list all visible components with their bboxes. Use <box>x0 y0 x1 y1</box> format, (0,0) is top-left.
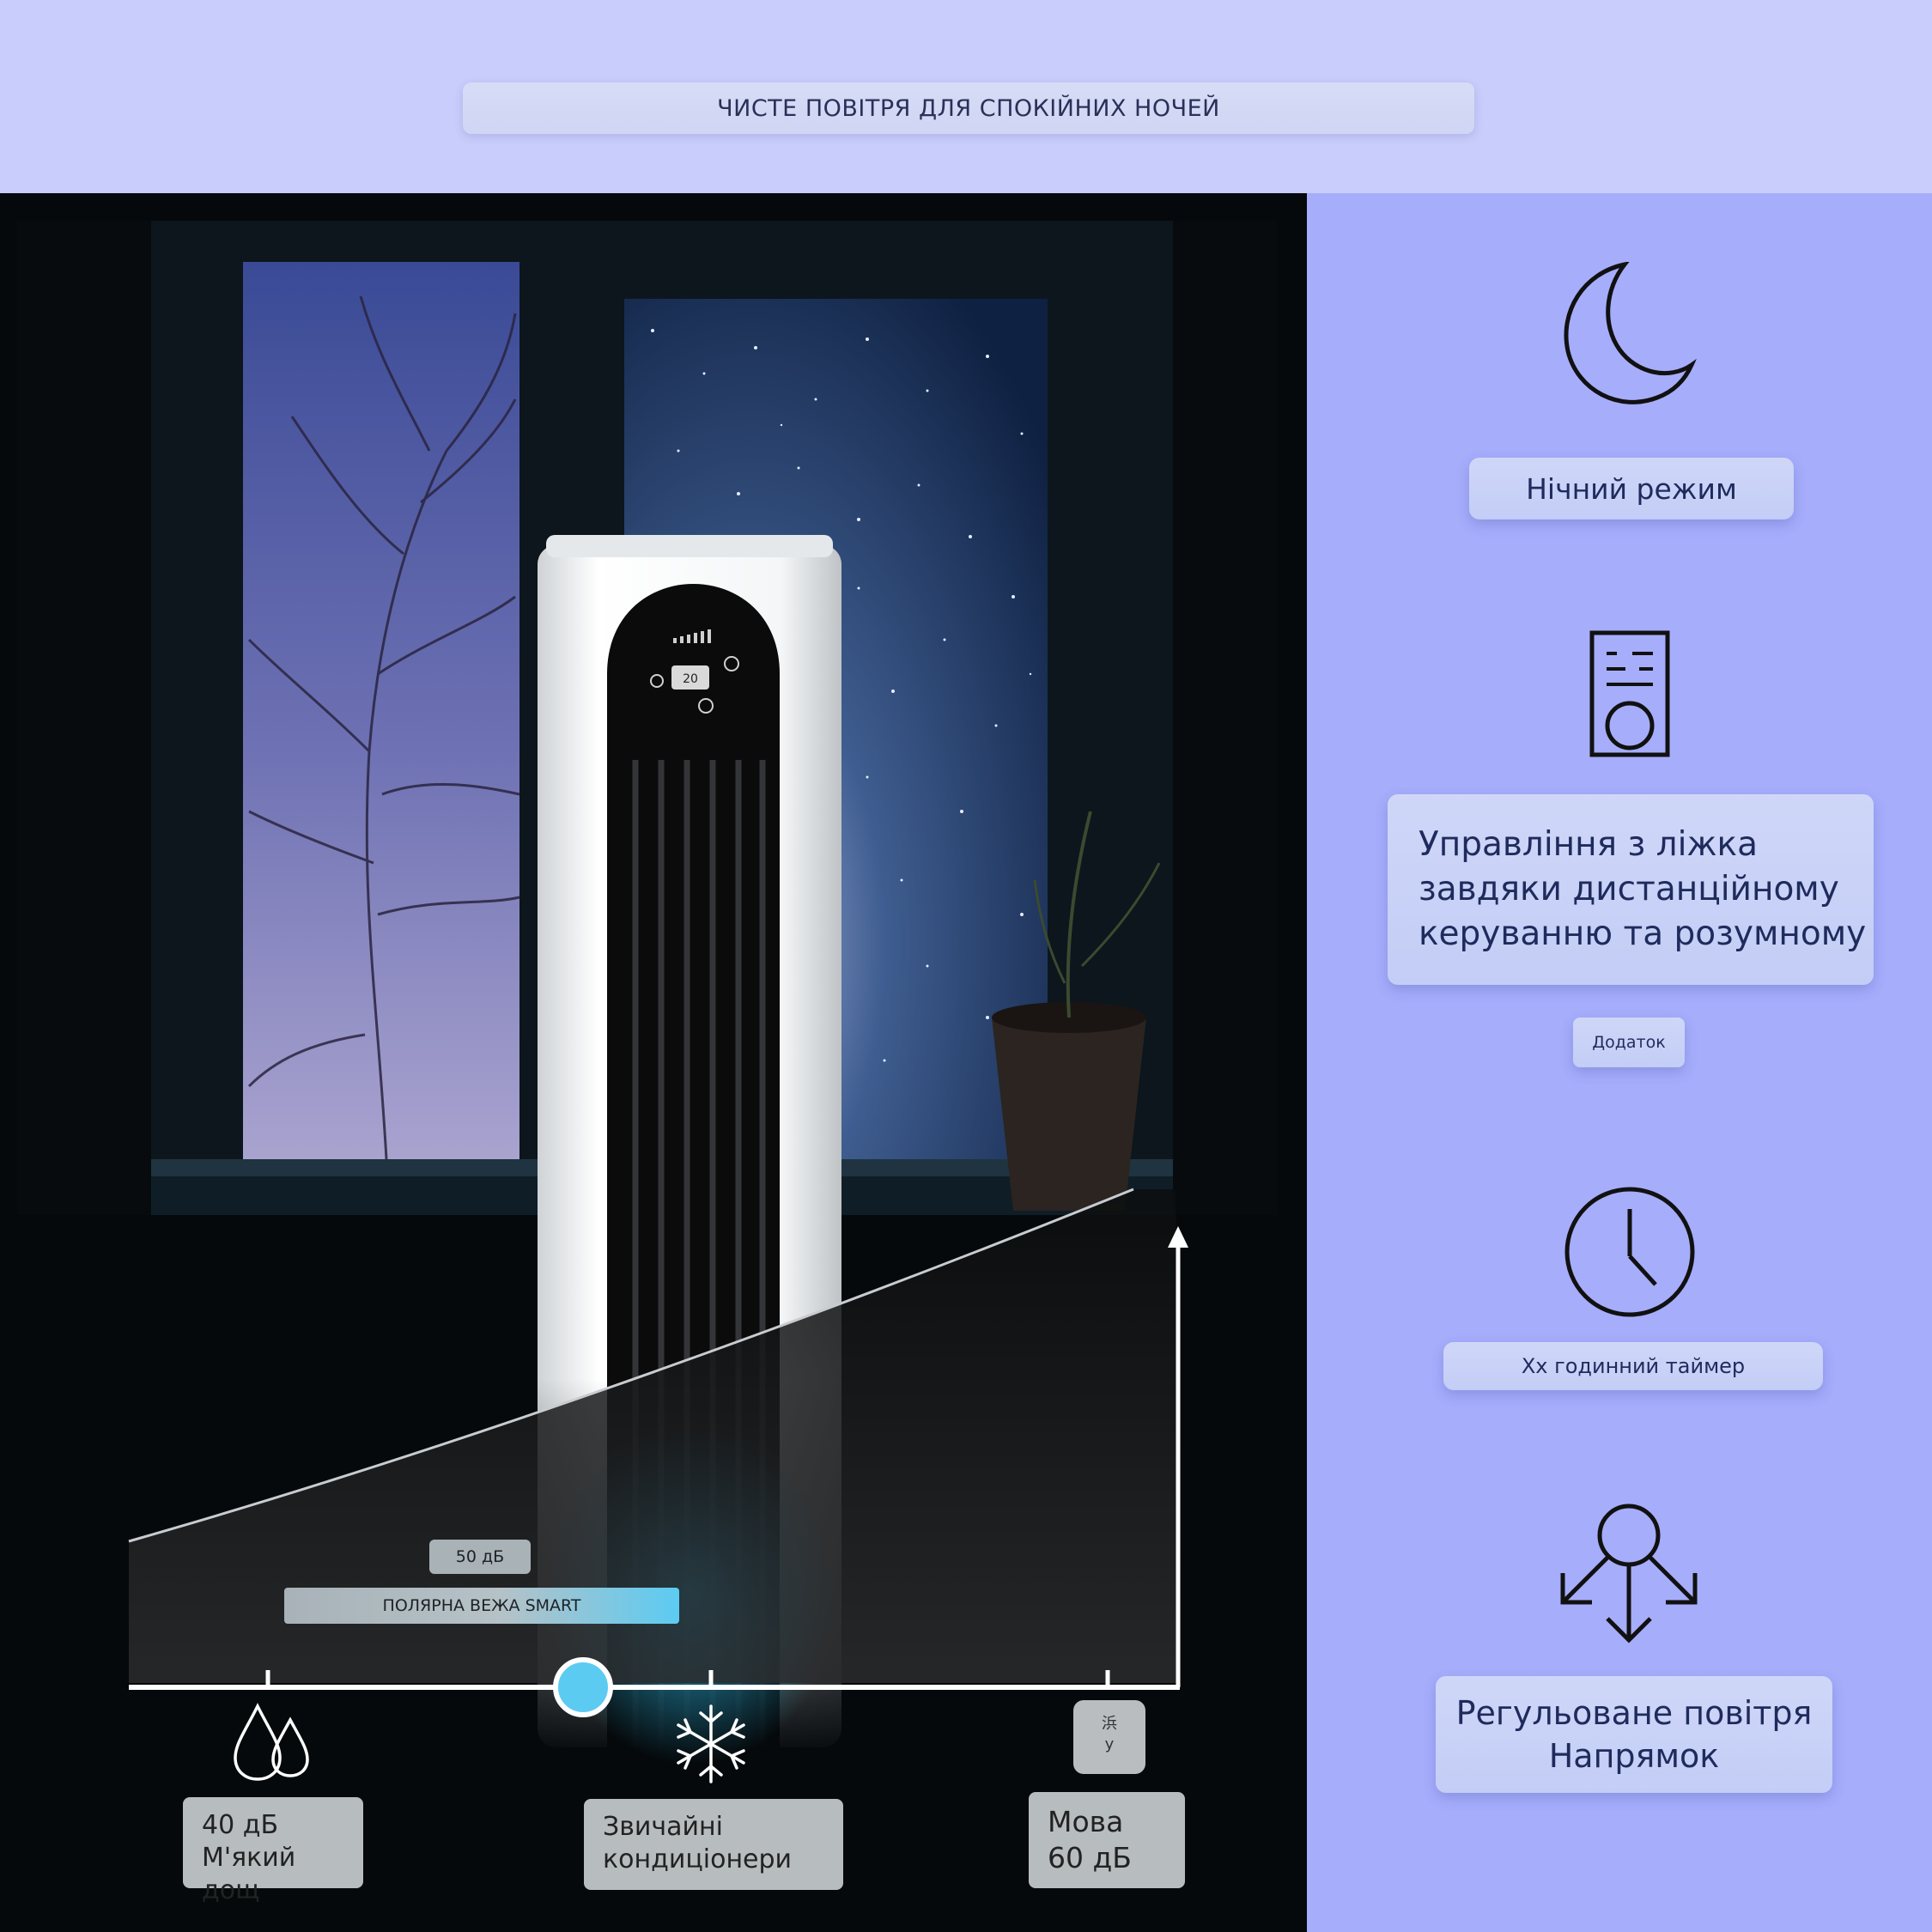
feature-air-direction: Регульоване повітря Напрямок <box>1436 1676 1832 1793</box>
remote-icon <box>1589 630 1670 757</box>
language-icon: 浜 у <box>1073 1700 1145 1774</box>
feature-remote-line1: Управління з ліжка <box>1419 825 1759 864</box>
label-rain: 40 дБ М'який дощ <box>183 1797 363 1905</box>
label-ac-line2: кондиціонери <box>603 1844 793 1874</box>
svg-text:20: 20 <box>683 672 698 686</box>
moon-icon <box>1564 262 1697 404</box>
features-panel: Нічний режим Управління з ліжка завдяки … <box>1307 193 1932 1932</box>
product-photo-panel: 20 50 дБ ПОЛЯРНА ВЕЖА SMART 浜 у 40 дБ М'… <box>0 193 1307 1932</box>
feature-air-line1: Регульоване повітря <box>1455 1694 1813 1732</box>
clock-icon <box>1564 1187 1695 1317</box>
label-speech: Мова 60 дБ <box>1029 1792 1185 1888</box>
feature-app-label: Додаток <box>1573 1018 1685 1067</box>
label-speech-line2: 60 дБ <box>1048 1841 1132 1874</box>
product-infographic: ЧИСТЕ ПОВІТРЯ ДЛЯ СПОКІЙНИХ НОЧЕЙ 20 50 … <box>0 0 1932 1932</box>
label-rain-line1: 40 дБ <box>202 1810 279 1840</box>
feature-remote-line3: керуванню та розумному <box>1419 914 1867 953</box>
page-title: ЧИСТЕ ПОВІТРЯ ДЛЯ СПОКІЙНИХ НОЧЕЙ <box>463 82 1474 134</box>
airflow-icon <box>1560 1504 1698 1643</box>
bedroom-night-scene: 20 <box>17 221 1278 1783</box>
label-ac: Звичайні кондиціонери <box>584 1799 843 1890</box>
language-glyph-bottom: у <box>1104 1735 1115 1753</box>
label-ac-line1: Звичайні <box>603 1812 723 1842</box>
feature-remote-control: Управління з ліжка завдяки дистанційному… <box>1388 794 1874 985</box>
top-band: ЧИСТЕ ПОВІТРЯ ДЛЯ СПОКІЙНИХ НОЧЕЙ <box>0 0 1932 193</box>
product-noise-bubble: 50 дБ <box>429 1540 531 1574</box>
feature-timer: Хх годинний таймер <box>1443 1342 1823 1390</box>
label-speech-line1: Мова <box>1048 1805 1124 1838</box>
product-name-bar: ПОЛЯРНА ВЕЖА SMART <box>284 1588 679 1624</box>
feature-remote-line2: завдяки дистанційному <box>1419 870 1839 908</box>
raindrops-icon <box>234 1703 309 1781</box>
left-window <box>243 262 519 1159</box>
product-marker <box>553 1657 613 1717</box>
feature-night-mode: Нічний режим <box>1469 458 1794 519</box>
language-glyph-top: 浜 <box>1102 1715 1117 1733</box>
feature-air-line2: Напрямок <box>1548 1737 1720 1775</box>
